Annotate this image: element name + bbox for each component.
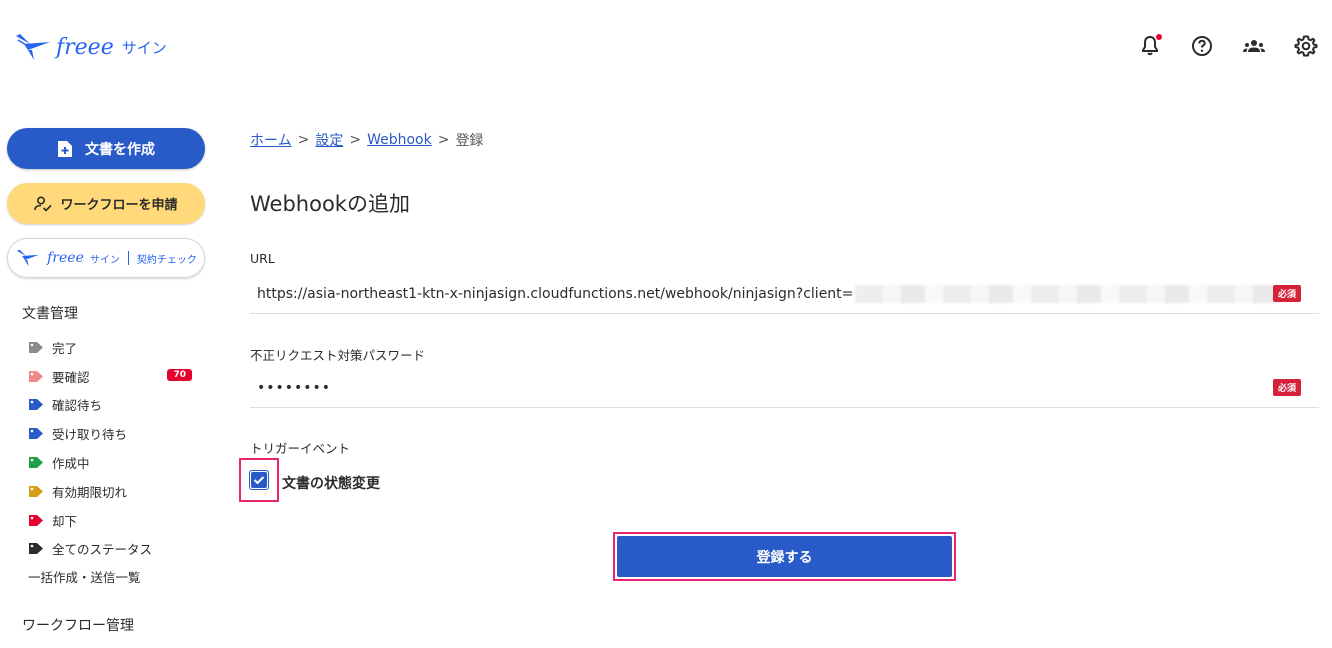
sidebar-status-label: 受け取り待ち — [52, 427, 128, 443]
divider — [127, 251, 129, 265]
breadcrumb-settings[interactable]: 設定 — [315, 130, 343, 150]
trigger-event-label: トリガーイベント — [250, 441, 351, 456]
breadcrumb-separator: > — [437, 132, 450, 148]
logo-sub: サイン — [121, 38, 167, 57]
breadcrumb-webhook[interactable]: Webhook — [367, 132, 432, 148]
tag-icon — [29, 457, 43, 469]
notification-button[interactable] — [1124, 32, 1176, 60]
breadcrumb-current: 登録 — [455, 133, 484, 149]
sidebar-status-item[interactable]: 却下 — [28, 506, 198, 535]
url-label: URL — [250, 251, 275, 266]
contract-check-label: 契約チェック — [136, 254, 197, 266]
apply-workflow-button[interactable]: ワークフローを申請 — [7, 183, 205, 224]
main-content: ホーム > 設定 > Webhook > 登録 Webhookの追加 URL h… — [239, 90, 1320, 648]
create-document-label: 文書を作成 — [85, 141, 155, 158]
url-input[interactable]: https://asia-northeast1-ktn-x-ninjasign.… — [250, 274, 1319, 314]
submit-button-highlight: 登録する — [613, 532, 956, 581]
checkmark-icon — [253, 476, 265, 485]
state-change-checkbox[interactable] — [249, 470, 269, 490]
gear-icon — [1294, 35, 1318, 57]
person-check-icon — [34, 195, 53, 212]
add-document-icon — [58, 140, 72, 157]
breadcrumb: ホーム > 設定 > Webhook > 登録 — [250, 130, 483, 150]
bird-logo-icon — [16, 34, 50, 60]
breadcrumb-separator: > — [297, 132, 310, 148]
required-badge: 必須 — [1272, 379, 1301, 396]
contract-check-brand: freee — [47, 250, 84, 266]
state-change-label[interactable]: 文書の状態変更 — [282, 473, 380, 493]
create-document-button[interactable]: 文書を作成 — [7, 128, 205, 169]
apply-workflow-label: ワークフローを申請 — [60, 198, 178, 213]
notification-dot — [1156, 34, 1162, 40]
sidebar-status-label: 確認待ち — [52, 398, 103, 414]
tag-icon — [29, 543, 43, 555]
contract-check-button[interactable]: freee サイン 契約チェック — [7, 238, 205, 278]
help-icon — [1192, 36, 1212, 56]
sidebar-status-label: 要確認 — [52, 369, 90, 385]
app-header: freee サイン — [0, 0, 1332, 90]
help-button[interactable] — [1176, 32, 1228, 60]
sidebar-status-label: 却下 — [52, 513, 78, 529]
tag-icon — [29, 399, 43, 411]
sidebar-status-item[interactable]: 作成中 — [28, 448, 198, 477]
sidebar-status-item[interactable]: 受け取り待ち — [28, 419, 198, 448]
url-value: https://asia-northeast1-ktn-x-ninjasign.… — [257, 285, 854, 302]
sidebar-status-label: 作成中 — [52, 456, 90, 472]
sidebar-status-label: 完了 — [52, 340, 78, 356]
sidebar-status-item[interactable]: 確認待ち — [28, 391, 198, 420]
sidebar: 文書を作成 ワークフローを申請 freee サイン 契約チェック 文書管理 完了… — [0, 90, 214, 648]
document-management-heading: 文書管理 — [22, 306, 78, 322]
bulk-send-list-link[interactable]: 一括作成・送信一覧 — [28, 567, 141, 586]
sidebar-status-item[interactable]: 有効期限切れ — [28, 477, 198, 506]
breadcrumb-separator: > — [349, 132, 362, 148]
required-badge: 必須 — [1272, 285, 1301, 302]
sidebar-status-item[interactable]: 要確認 70 — [28, 362, 198, 391]
state-change-checkbox-highlight — [239, 458, 279, 502]
members-button[interactable] — [1228, 32, 1280, 60]
sidebar-status-label: 有効期限切れ — [52, 484, 128, 500]
logo-text: freee — [56, 34, 114, 60]
sidebar-status-item[interactable]: 全てのステータス — [28, 535, 198, 564]
group-icon — [1243, 40, 1265, 52]
tag-icon — [29, 485, 43, 497]
count-badge: 70 — [167, 368, 192, 381]
password-input[interactable]: •••••••• 必須 — [250, 368, 1319, 408]
contract-check-brand-sub: サイン — [89, 254, 120, 266]
tag-icon — [29, 341, 43, 353]
register-button[interactable]: 登録する — [617, 536, 952, 577]
breadcrumb-home[interactable]: ホーム — [250, 130, 292, 150]
bird-logo-icon — [17, 249, 40, 267]
password-value: •••••••• — [257, 379, 332, 396]
checkbox-checked — [251, 472, 267, 488]
header-actions — [1124, 32, 1332, 60]
page-title: Webhookの追加 — [250, 192, 410, 216]
redacted-text — [855, 284, 1286, 303]
workflow-management-heading: ワークフロー管理 — [22, 618, 134, 634]
sidebar-status-label: 全てのステータス — [52, 542, 153, 558]
document-status-list: 完了要確認 70 確認待ち受け取り待ち 作成中有効期限切れ 却下全てのステータス — [28, 333, 198, 563]
tag-icon — [29, 514, 43, 526]
tag-icon — [29, 370, 43, 382]
settings-button[interactable] — [1280, 32, 1332, 60]
freee-sign-logo[interactable]: freee サイン — [14, 30, 167, 64]
tag-icon — [29, 428, 43, 440]
sidebar-status-item[interactable]: 完了 — [28, 333, 198, 362]
password-label: 不正リクエスト対策パスワード — [250, 348, 426, 363]
